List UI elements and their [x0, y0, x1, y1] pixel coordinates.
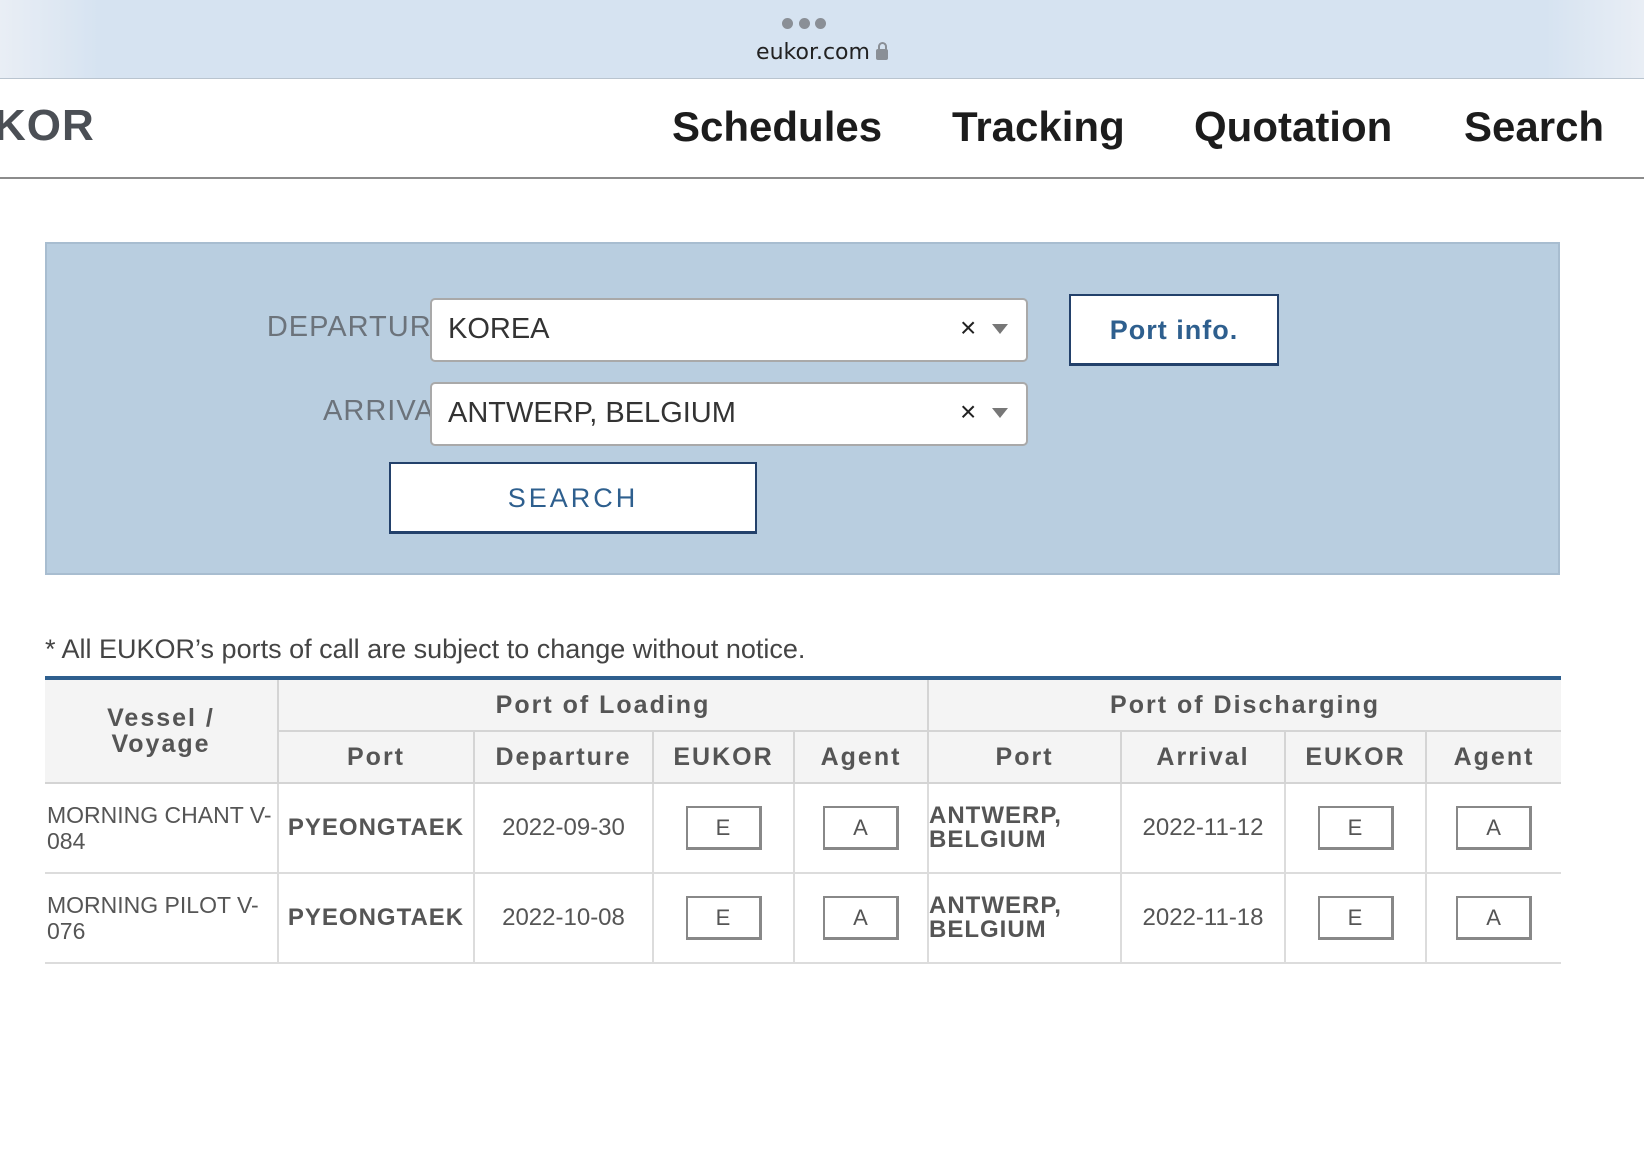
clear-arrival-icon[interactable]: ×: [960, 396, 976, 428]
arrival-select[interactable]: ANTWERP, BELGIUM ×: [430, 382, 1028, 446]
port-info-button[interactable]: Port info.: [1069, 294, 1279, 366]
search-button[interactable]: SEARCH: [389, 462, 757, 534]
discharging-port-cell: ANTWERP, BELGIUM: [927, 873, 1123, 964]
arrival-label: ARRIVAL: [323, 395, 452, 427]
loading-agent-cell: A: [792, 873, 930, 964]
discharging-agent-cell: A: [1425, 873, 1562, 964]
loading-port-cell: PYEONGTAEK: [277, 873, 475, 964]
lock-icon: [875, 42, 888, 60]
nav-tracking[interactable]: Tracking: [952, 103, 1125, 151]
vessel-voyage-cell: MORNING PILOT V-076: [45, 873, 279, 964]
ports-notice: * All EUKOR’s ports of call are subject …: [45, 634, 806, 664]
discharging-eukor-cell: E: [1284, 873, 1428, 964]
discharging-eukor-header: EUKOR: [1284, 730, 1428, 784]
eukor-button[interactable]: E: [685, 896, 762, 940]
discharging-eukor-cell: E: [1284, 783, 1428, 874]
arrival-header: Arrival: [1120, 730, 1287, 784]
site-header: KOR Schedules Tracking Quotation Search: [0, 79, 1644, 179]
eukor-button[interactable]: E: [1317, 896, 1394, 940]
nav-search[interactable]: Search: [1464, 103, 1604, 151]
departure-value: KOREA: [448, 313, 550, 345]
arrival-value: ANTWERP, BELGIUM: [448, 397, 736, 429]
schedule-table: Vessel / Voyage Port of Loading Port of …: [45, 676, 1562, 964]
loading-agent-header: Agent: [792, 730, 930, 784]
site-logo[interactable]: KOR: [0, 101, 95, 151]
departure-header: Departure: [473, 730, 654, 784]
loading-port-cell: PYEONGTAEK: [277, 783, 475, 874]
arrival-cell: 2022-11-18: [1120, 873, 1287, 964]
discharging-agent-header: Agent: [1425, 730, 1562, 784]
loading-eukor-cell: E: [652, 783, 795, 874]
chevron-down-icon[interactable]: [992, 324, 1008, 334]
agent-button[interactable]: A: [1456, 896, 1533, 940]
loading-eukor-cell: E: [652, 873, 795, 964]
departure-label: DEPARTURE: [266, 311, 452, 343]
clear-departure-icon[interactable]: ×: [960, 312, 976, 344]
port-of-discharging-header: Port of Discharging: [927, 677, 1562, 732]
departure-select[interactable]: KOREA ×: [430, 298, 1028, 362]
departure-cell: 2022-10-08: [473, 873, 654, 964]
browser-address-bar: eukor.com: [0, 0, 1644, 79]
more-dots-icon[interactable]: [782, 18, 826, 30]
loading-port-header: Port: [278, 730, 475, 784]
eukor-button[interactable]: E: [685, 806, 762, 850]
discharging-port-cell: ANTWERP, BELGIUM: [927, 783, 1123, 874]
schedule-search-panel: DEPARTURE KOREA × Port info. ARRIVAL ANT…: [45, 242, 1560, 575]
agent-button[interactable]: A: [823, 896, 899, 940]
nav-schedules[interactable]: Schedules: [672, 103, 882, 151]
table-row: MORNING CHANT V-084 PYEONGTAEK 2022-09-3…: [45, 783, 1562, 874]
port-of-loading-header: Port of Loading: [276, 677, 930, 732]
agent-button[interactable]: A: [1456, 806, 1533, 850]
table-row: MORNING PILOT V-076 PYEONGTAEK 2022-10-0…: [45, 873, 1562, 964]
url-text: eukor.com: [756, 40, 870, 65]
discharging-agent-cell: A: [1425, 783, 1562, 874]
vessel-voyage-cell: MORNING CHANT V-084: [45, 783, 279, 874]
departure-cell: 2022-09-30: [473, 783, 654, 874]
loading-agent-cell: A: [792, 783, 930, 874]
agent-button[interactable]: A: [823, 806, 899, 850]
chevron-down-icon[interactable]: [992, 408, 1008, 418]
eukor-button[interactable]: E: [1317, 806, 1394, 850]
url-display[interactable]: eukor.com: [0, 40, 1644, 65]
vessel-voyage-header: Vessel / Voyage: [45, 677, 279, 784]
discharging-port-header: Port: [927, 730, 1123, 784]
nav-quotation[interactable]: Quotation: [1194, 103, 1392, 151]
loading-eukor-header: EUKOR: [652, 730, 795, 784]
arrival-cell: 2022-11-12: [1120, 783, 1287, 874]
